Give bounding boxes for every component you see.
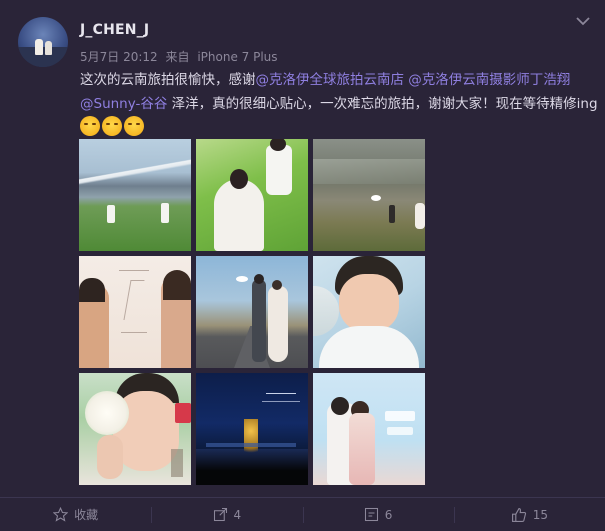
mention-store[interactable]: @克洛伊全球旅拍云南店 — [256, 72, 405, 88]
photo-road-couple[interactable] — [196, 256, 308, 368]
hug-emoji-icon — [102, 116, 122, 136]
share-icon — [213, 507, 227, 522]
action-bar: 收藏 4 6 15 — [0, 497, 605, 531]
post-text-part2: 泽洋，真的很细心贴心，一次难忘的旅拍，谢谢大家！现在等待精修ing — [167, 96, 598, 112]
photo-bride-closeup[interactable] — [313, 256, 425, 368]
post-date[interactable]: 5月7日 20:12 — [80, 50, 158, 64]
username[interactable]: J_CHEN_J — [80, 22, 149, 38]
hug-emoji-icon — [80, 116, 100, 136]
star-icon — [53, 507, 69, 522]
favorite-label: 收藏 — [74, 508, 99, 522]
like-button[interactable]: 15 — [453, 498, 605, 531]
photo-mountain-field[interactable] — [79, 139, 191, 251]
share-button[interactable]: 4 — [151, 498, 302, 531]
post-source[interactable]: iPhone 7 Plus — [197, 50, 277, 64]
photo-plateau-couple[interactable] — [313, 139, 425, 251]
share-count: 4 — [233, 507, 242, 522]
chevron-down-icon[interactable] — [575, 14, 591, 28]
photo-grass-couple[interactable] — [196, 139, 308, 251]
photo-portrait-poster[interactable] — [79, 256, 191, 368]
mention-sunny[interactable]: @Sunny-谷谷 — [80, 96, 167, 112]
comment-count: 6 — [384, 507, 393, 522]
avatar[interactable] — [18, 17, 68, 67]
mention-photographer[interactable]: @克洛伊云南摄影师丁浩翔 — [408, 72, 570, 88]
post-text: 这次的云南旅拍很愉快，感谢@克洛伊全球旅拍云南店 @克洛伊云南摄影师丁浩翔 @S… — [80, 68, 600, 140]
post-meta: 5月7日 20:12 来自 iPhone 7 Plus — [80, 48, 282, 65]
post-text-part1: 这次的云南旅拍很愉快，感谢 — [80, 72, 256, 88]
hug-emoji-icon — [124, 116, 144, 136]
favorite-button[interactable]: 收藏 — [0, 498, 151, 531]
thumbs-up-icon — [511, 507, 526, 522]
like-count: 15 — [532, 507, 549, 522]
comment-icon — [364, 507, 378, 522]
source-prefix: 来自 — [165, 50, 190, 64]
weibo-post-card: J_CHEN_J 5月7日 20:12 来自 iPhone 7 Plus 这次的… — [0, 0, 605, 531]
comment-button[interactable]: 6 — [302, 498, 454, 531]
photo-grid — [79, 139, 425, 485]
photo-night-lake[interactable] — [196, 373, 308, 485]
photo-kiss-poster[interactable] — [313, 373, 425, 485]
photo-flowers-face[interactable] — [79, 373, 191, 485]
